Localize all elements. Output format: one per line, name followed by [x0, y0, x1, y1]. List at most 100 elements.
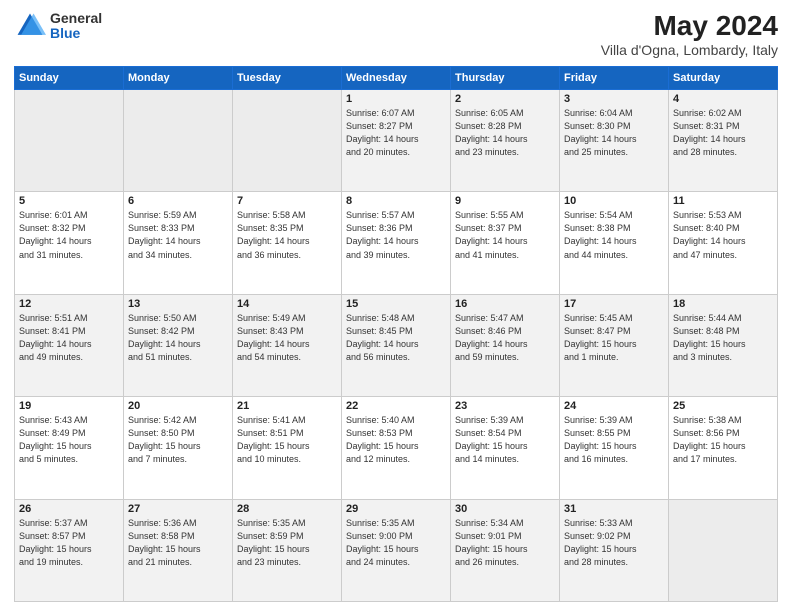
table-row: 3Sunrise: 6:04 AM Sunset: 8:30 PM Daylig…: [560, 90, 669, 192]
header-monday: Monday: [124, 67, 233, 90]
table-row: [124, 90, 233, 192]
day-info: Sunrise: 5:35 AM Sunset: 9:00 PM Dayligh…: [346, 517, 446, 569]
day-info: Sunrise: 5:38 AM Sunset: 8:56 PM Dayligh…: [673, 414, 773, 466]
calendar-week-row: 1 Sunrise: 6:07 AM Sunset: 8:27 PM Daylig…: [15, 90, 778, 192]
logo-line1: General: [50, 11, 102, 26]
day-info: Sunrise: 5:42 AM Sunset: 8:50 PM Dayligh…: [128, 414, 228, 466]
table-row: 27 Sunrise: 5:36 AM Sunset: 8:58 PM Dayli…: [124, 499, 233, 601]
logo: General Blue: [14, 10, 102, 42]
table-row: 24Sunrise: 5:39 AM Sunset: 8:55 PM Dayli…: [560, 397, 669, 499]
table-row: 17 Sunrise: 5:45 AM Sunset: 8:47 PM Dayli…: [560, 294, 669, 396]
day-number: 17: [564, 298, 664, 310]
day-number: 23: [455, 400, 555, 412]
day-number: 9: [455, 195, 555, 207]
header-thursday: Thursday: [451, 67, 560, 90]
day-info: Sunrise: 5:36 AM Sunset: 8:58 PM Dayligh…: [128, 517, 228, 569]
table-row: 25 Sunrise: 5:38 AM Sunset: 8:56 PM Dayli…: [669, 397, 778, 499]
day-info: Sunrise: 5:39 AM Sunset: 8:54 PM Dayligh…: [455, 414, 555, 466]
day-number: 1: [346, 93, 446, 105]
table-row: 7 Sunrise: 5:58 AM Sunset: 8:35 PM Daylig…: [233, 192, 342, 294]
header-friday: Friday: [560, 67, 669, 90]
table-row: 4Sunrise: 6:02 AM Sunset: 8:31 PM Daylig…: [669, 90, 778, 192]
day-info: Sunrise: 5:45 AM Sunset: 8:47 PM Dayligh…: [564, 312, 664, 364]
day-info: Sunrise: 5:39 AM Sunset: 8:55 PM Dayligh…: [564, 414, 664, 466]
day-info: Sunrise: 5:53 AM Sunset: 8:40 PM Dayligh…: [673, 209, 773, 261]
table-row: 22Sunrise: 5:40 AM Sunset: 8:53 PM Dayli…: [342, 397, 451, 499]
table-row: 30 Sunrise: 5:34 AM Sunset: 9:01 PM Dayli…: [451, 499, 560, 601]
table-row: 26 Sunrise: 5:37 AM Sunset: 8:57 PM Dayli…: [15, 499, 124, 601]
day-number: 4: [673, 93, 773, 105]
day-info: Sunrise: 5:43 AM Sunset: 8:49 PM Dayligh…: [19, 414, 119, 466]
day-info: Sunrise: 6:05 AM Sunset: 8:28 PM Dayligh…: [455, 107, 555, 159]
day-number: 7: [237, 195, 337, 207]
day-info: Sunrise: 5:54 AM Sunset: 8:38 PM Dayligh…: [564, 209, 664, 261]
table-row: 19 Sunrise: 5:43 AM Sunset: 8:49 PM Dayli…: [15, 397, 124, 499]
table-row: 28Sunrise: 5:35 AM Sunset: 8:59 PM Dayli…: [233, 499, 342, 601]
calendar-subtitle: Villa d'Ogna, Lombardy, Italy: [601, 42, 778, 58]
day-number: 29: [346, 503, 446, 515]
table-row: 8 Sunrise: 5:57 AM Sunset: 8:36 PM Daylig…: [342, 192, 451, 294]
table-row: 1 Sunrise: 6:07 AM Sunset: 8:27 PM Daylig…: [342, 90, 451, 192]
day-number: 26: [19, 503, 119, 515]
day-number: 28: [237, 503, 337, 515]
day-info: Sunrise: 5:47 AM Sunset: 8:46 PM Dayligh…: [455, 312, 555, 364]
day-number: 27: [128, 503, 228, 515]
day-info: Sunrise: 5:57 AM Sunset: 8:36 PM Dayligh…: [346, 209, 446, 261]
table-row: 18Sunrise: 5:44 AM Sunset: 8:48 PM Dayli…: [669, 294, 778, 396]
day-number: 25: [673, 400, 773, 412]
day-info: Sunrise: 6:07 AM Sunset: 8:27 PM Dayligh…: [346, 107, 446, 159]
day-number: 13: [128, 298, 228, 310]
table-row: 13 Sunrise: 5:50 AM Sunset: 8:42 PM Dayli…: [124, 294, 233, 396]
table-row: 15Sunrise: 5:48 AM Sunset: 8:45 PM Dayli…: [342, 294, 451, 396]
table-row: 14 Sunrise: 5:49 AM Sunset: 8:43 PM Dayli…: [233, 294, 342, 396]
table-row: 21 Sunrise: 5:41 AM Sunset: 8:51 PM Dayli…: [233, 397, 342, 499]
day-number: 30: [455, 503, 555, 515]
table-row: [669, 499, 778, 601]
day-info: Sunrise: 5:37 AM Sunset: 8:57 PM Dayligh…: [19, 517, 119, 569]
table-row: 20Sunrise: 5:42 AM Sunset: 8:50 PM Dayli…: [124, 397, 233, 499]
day-info: Sunrise: 5:44 AM Sunset: 8:48 PM Dayligh…: [673, 312, 773, 364]
header-saturday: Saturday: [669, 67, 778, 90]
calendar-week-row: 19 Sunrise: 5:43 AM Sunset: 8:49 PM Dayli…: [15, 397, 778, 499]
header-sunday: Sunday: [15, 67, 124, 90]
day-info: Sunrise: 5:49 AM Sunset: 8:43 PM Dayligh…: [237, 312, 337, 364]
day-number: 19: [19, 400, 119, 412]
table-row: [15, 90, 124, 192]
day-info: Sunrise: 5:51 AM Sunset: 8:41 PM Dayligh…: [19, 312, 119, 364]
day-info: Sunrise: 5:58 AM Sunset: 8:35 PM Dayligh…: [237, 209, 337, 261]
day-number: 21: [237, 400, 337, 412]
table-row: [233, 90, 342, 192]
day-number: 16: [455, 298, 555, 310]
page: General Blue May 2024 Villa d'Ogna, Lomb…: [0, 0, 792, 612]
table-row: 31Sunrise: 5:33 AM Sunset: 9:02 PM Dayli…: [560, 499, 669, 601]
table-row: 6 Sunrise: 5:59 AM Sunset: 8:33 PM Daylig…: [124, 192, 233, 294]
day-info: Sunrise: 5:41 AM Sunset: 8:51 PM Dayligh…: [237, 414, 337, 466]
day-info: Sunrise: 5:40 AM Sunset: 8:53 PM Dayligh…: [346, 414, 446, 466]
title-block: May 2024 Villa d'Ogna, Lombardy, Italy: [601, 10, 778, 58]
table-row: 5Sunrise: 6:01 AM Sunset: 8:32 PM Daylig…: [15, 192, 124, 294]
day-number: 8: [346, 195, 446, 207]
day-info: Sunrise: 5:59 AM Sunset: 8:33 PM Dayligh…: [128, 209, 228, 261]
calendar-week-row: 5Sunrise: 6:01 AM Sunset: 8:32 PM Daylig…: [15, 192, 778, 294]
table-row: 10 Sunrise: 5:54 AM Sunset: 8:38 PM Dayli…: [560, 192, 669, 294]
header-wednesday: Wednesday: [342, 67, 451, 90]
day-number: 6: [128, 195, 228, 207]
table-row: 2Sunrise: 6:05 AM Sunset: 8:28 PM Daylig…: [451, 90, 560, 192]
day-info: Sunrise: 6:01 AM Sunset: 8:32 PM Dayligh…: [19, 209, 119, 261]
day-info: Sunrise: 5:50 AM Sunset: 8:42 PM Dayligh…: [128, 312, 228, 364]
day-number: 11: [673, 195, 773, 207]
weekday-header-row: Sunday Monday Tuesday Wednesday Thursday…: [15, 67, 778, 90]
calendar-table: Sunday Monday Tuesday Wednesday Thursday…: [14, 66, 778, 602]
table-row: 12Sunrise: 5:51 AM Sunset: 8:41 PM Dayli…: [15, 294, 124, 396]
table-row: 11 Sunrise: 5:53 AM Sunset: 8:40 PM Dayli…: [669, 192, 778, 294]
header-tuesday: Tuesday: [233, 67, 342, 90]
day-info: Sunrise: 5:55 AM Sunset: 8:37 PM Dayligh…: [455, 209, 555, 261]
day-info: Sunrise: 5:34 AM Sunset: 9:01 PM Dayligh…: [455, 517, 555, 569]
table-row: 23 Sunrise: 5:39 AM Sunset: 8:54 PM Dayli…: [451, 397, 560, 499]
header: General Blue May 2024 Villa d'Ogna, Lomb…: [14, 10, 778, 58]
day-number: 10: [564, 195, 664, 207]
day-number: 3: [564, 93, 664, 105]
day-info: Sunrise: 5:48 AM Sunset: 8:45 PM Dayligh…: [346, 312, 446, 364]
day-number: 14: [237, 298, 337, 310]
calendar-title: May 2024: [601, 10, 778, 42]
